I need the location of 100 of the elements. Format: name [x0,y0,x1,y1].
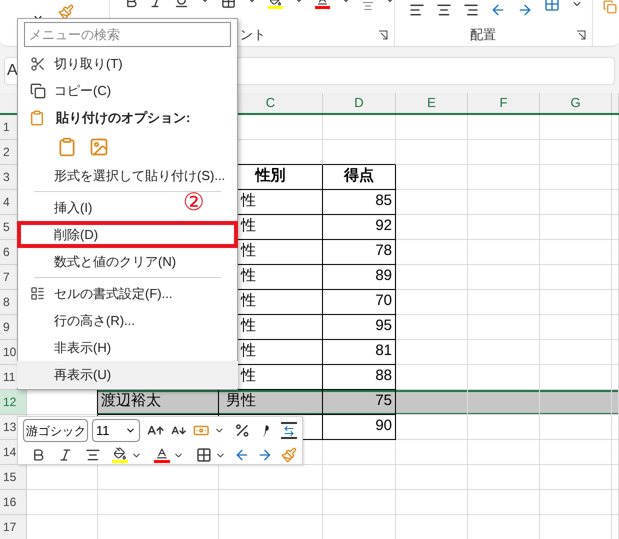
grid-cell[interactable] [540,390,612,415]
row-header[interactable]: 16 [0,490,27,515]
column-header[interactable]: G [570,93,581,113]
active-cell[interactable] [27,390,98,415]
grid-cell[interactable] [612,290,619,315]
font-dropdown[interactable]: 游ゴシック [23,419,88,442]
grid-cell[interactable] [396,265,468,290]
grid-cell[interactable] [540,315,612,340]
grid-cell[interactable] [219,490,323,515]
selected-row[interactable]: 12 渡辺裕太 男性 75 [0,390,619,415]
grid-cell[interactable] [612,440,619,465]
grid-cell[interactable] [396,290,468,315]
menu-item[interactable]: 削除(D) [17,221,238,248]
indent-decrease-icon[interactable] [490,2,506,18]
grid-cell[interactable] [540,465,612,490]
wrap-text-icon[interactable] [280,422,297,439]
menu-item[interactable]: コピー(C) [17,77,169,104]
percent-icon[interactable] [234,422,251,439]
grid-cell[interactable] [396,390,468,415]
text-direction-icon[interactable] [362,0,374,12]
grid-cell[interactable] [396,440,468,465]
grid-cell[interactable] [540,265,612,290]
grid-cell[interactable] [323,140,396,165]
menu-item[interactable]: 再表示(U) [17,361,238,388]
table-cell[interactable]: 得点 [323,165,396,190]
column-header[interactable]: C [266,93,276,113]
grid-cell[interactable] [540,440,612,465]
grid-cell[interactable] [468,440,540,465]
row-header[interactable]: 12 [0,390,27,415]
align-center-icon[interactable] [436,2,452,18]
font-color-icon[interactable] [154,447,170,463]
table-cell[interactable]: 78 [323,240,396,265]
grid-cell[interactable] [468,390,540,415]
grid-cell[interactable] [612,340,619,365]
grid-cell[interactable] [468,490,540,515]
merge-icon[interactable] [544,0,560,12]
dialog-launcher-icon[interactable] [576,30,586,40]
grid-cell[interactable] [612,490,619,515]
grid-cell[interactable] [396,115,468,140]
table-cell[interactable]: 92 [323,215,396,240]
grid-cell[interactable] [540,415,612,440]
grid-cell[interactable] [468,190,540,215]
grid-cell[interactable] [396,215,468,240]
grid-cell[interactable] [396,465,468,490]
dialog-launcher-icon[interactable] [378,30,388,40]
table-cell[interactable]: 90 [323,415,396,440]
grid-cell[interactable] [396,315,468,340]
grid-cell[interactable] [612,215,619,240]
column-header[interactable]: D [354,93,364,113]
grid-cell[interactable] [612,390,619,415]
table-cell[interactable]: 81 [323,340,396,365]
grid-cell[interactable] [540,290,612,315]
row-header[interactable]: 17 [0,515,27,539]
format-painter-icon[interactable] [281,447,297,463]
fill-color-icon[interactable] [112,447,128,463]
grid-cell[interactable] [468,290,540,315]
conditional-format-icon[interactable] [603,0,617,14]
table-cell[interactable]: 95 [323,315,396,340]
table-cell[interactable]: 85 [323,190,396,215]
grid-cell[interactable] [98,490,219,515]
menu-item[interactable]: 切り取り(T) [17,50,169,77]
grid-cell[interactable] [396,190,468,215]
grid-cell[interactable] [612,190,619,215]
grid-cell[interactable] [396,490,468,515]
grid-cell[interactable] [396,415,468,440]
grid-cell[interactable] [612,240,619,265]
grid-cell[interactable] [468,215,540,240]
format-painter-icon[interactable] [58,4,74,20]
grid-cell[interactable] [468,165,540,190]
borders-icon[interactable] [196,447,212,463]
grid-cell[interactable] [612,315,619,340]
grid-cell[interactable] [468,240,540,265]
grid-cell[interactable] [396,165,468,190]
table-cell[interactable]: 75 [323,390,396,415]
grid-cell[interactable] [323,465,396,490]
table-cell[interactable]: 70 [323,290,396,315]
grid-cell[interactable] [468,415,540,440]
grid-cell[interactable] [612,165,619,190]
grid-cell[interactable] [468,140,540,165]
align-left-icon[interactable] [409,2,425,18]
increase-decimal-icon[interactable] [234,447,250,463]
grid-cell[interactable] [540,115,612,140]
grid-cell[interactable] [612,265,619,290]
grid-cell[interactable] [540,190,612,215]
grid-cell[interactable] [540,140,612,165]
grid-cell[interactable] [396,340,468,365]
grid-cell[interactable] [540,215,612,240]
grid-cell[interactable] [468,340,540,365]
grid-cell[interactable] [323,490,396,515]
grid-cell[interactable] [468,115,540,140]
comma-style-icon[interactable] [262,424,270,438]
grid-cell[interactable] [540,240,612,265]
grid-cell[interactable] [323,440,396,465]
grid-cell[interactable] [540,490,612,515]
grid-cell[interactable] [468,315,540,340]
grid-cell[interactable] [540,340,612,365]
grid-cell[interactable] [396,240,468,265]
grid-cell[interactable] [612,415,619,440]
column-header[interactable]: E [427,93,436,113]
grid-cell[interactable] [540,165,612,190]
